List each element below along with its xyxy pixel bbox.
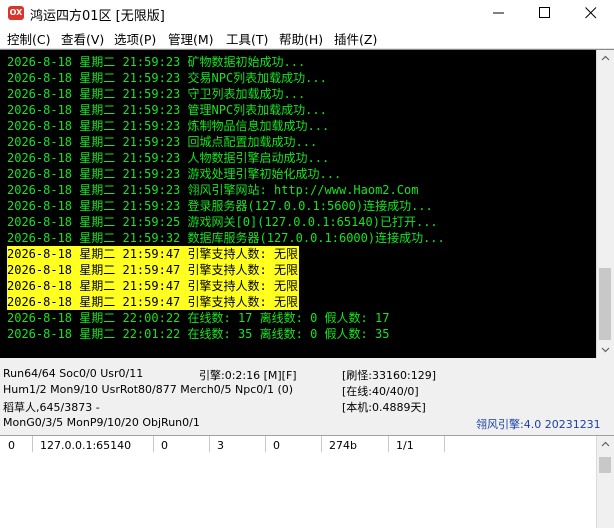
log-line-row: 2026-8-18 星期二 21:59:23 守卫列表加载成功... bbox=[7, 86, 595, 102]
log-line: 2026-8-18 星期二 21:59:23 炼制物品信息加载成功... bbox=[7, 119, 330, 133]
log-line-row: 2026-8-18 星期二 22:00:22 在线数: 17 离线数: 0 假人… bbox=[7, 310, 595, 326]
table-scroll-up-button[interactable] bbox=[597, 436, 614, 453]
menu-tools[interactable]: 工具(T) bbox=[226, 29, 268, 48]
menu-view[interactable]: 查看(V) bbox=[61, 29, 104, 48]
log-line-row: 2026-8-18 星期二 21:59:23 交易NPC列表加载成功... bbox=[7, 70, 595, 86]
log-line-row: 2026-8-18 星期二 21:59:47 引擎支持人数: 无限 bbox=[7, 278, 595, 294]
log-line-row: 2026-8-18 星期二 21:59:23 人物数据引擎启动成功... bbox=[7, 150, 595, 166]
scroll-up-button[interactable] bbox=[597, 50, 614, 67]
log-line-row: 2026-8-18 星期二 21:59:25 游戏网关[0](127.0.0.1… bbox=[7, 214, 595, 230]
cell-ratio: 1/1 bbox=[396, 439, 414, 452]
status-mong: MonG0/3/5 MonP9/10/20 ObjRun0/1 bbox=[3, 416, 200, 429]
log-line: 2026-8-18 星期二 21:59:23 矿物数据初始成功... bbox=[7, 55, 306, 69]
log-line-highlighted: 2026-8-18 星期二 21:59:47 引擎支持人数: 无限 bbox=[7, 262, 299, 278]
cell-users: 3 bbox=[217, 439, 224, 452]
log-line: 2026-8-18 星期二 21:59:23 翎风引擎网站: http://ww… bbox=[7, 183, 419, 197]
log-line-highlighted: 2026-8-18 星期二 21:59:47 引擎支持人数: 无限 bbox=[7, 278, 299, 294]
log-line-row: 2026-8-18 星期二 22:01:22 在线数: 35 离线数: 0 假人… bbox=[7, 326, 595, 342]
log-line: 2026-8-18 星期二 21:59:23 登录服务器(127.0.0.1:5… bbox=[7, 199, 433, 213]
cell-address: 127.0.0.1:65140 bbox=[40, 439, 132, 452]
maximize-icon bbox=[539, 7, 550, 18]
menu-control[interactable]: 控制(C) bbox=[7, 29, 50, 48]
log-line-highlighted: 2026-8-18 星期二 21:59:47 引擎支持人数: 无限 bbox=[7, 294, 299, 310]
app-icon[interactable]: OX bbox=[8, 6, 24, 20]
scroll-thumb[interactable] bbox=[599, 268, 611, 340]
column-divider bbox=[388, 436, 389, 452]
cell-connections: 0 bbox=[161, 439, 168, 452]
column-divider bbox=[153, 436, 154, 452]
minimize-button[interactable] bbox=[476, 0, 522, 26]
column-divider bbox=[209, 436, 210, 452]
status-monster: 稻草人,645/3873 - bbox=[3, 401, 100, 414]
status-uptime: [本机:0.4889天] bbox=[342, 401, 426, 414]
log-line-row: 2026-8-18 星期二 21:59:23 登录服务器(127.0.0.1:5… bbox=[7, 198, 595, 214]
log-line-row: 2026-8-18 星期二 21:59:47 引擎支持人数: 无限 bbox=[7, 262, 595, 278]
log-line: 2026-8-18 星期二 21:59:23 回城点配置加载成功... bbox=[7, 135, 318, 149]
cell-sent: 0 bbox=[273, 439, 280, 452]
status-panel: Run64/64 Soc0/0 Usr0/11 引擎:0:2:16 [M][F]… bbox=[0, 362, 614, 434]
log-line-row: 2026-8-18 星期二 21:59:23 管理NPC列表加载成功... bbox=[7, 102, 595, 118]
log-line: 2026-8-18 星期二 21:59:32 数据库服务器(127.0.0.1:… bbox=[7, 231, 445, 245]
log-line-row: 2026-8-18 星期二 21:59:23 炼制物品信息加载成功... bbox=[7, 118, 595, 134]
close-icon bbox=[585, 7, 597, 19]
gate-table[interactable]: 0 127.0.0.1:65140 0 3 0 274b 1/1 bbox=[0, 435, 614, 528]
log-line: 2026-8-18 星期二 21:59:23 人物数据引擎启动成功... bbox=[7, 151, 330, 165]
log-line-row: 2026-8-18 星期二 21:59:23 游戏处理引擎初始化成功... bbox=[7, 166, 595, 182]
column-divider bbox=[321, 436, 322, 452]
log-line: 2026-8-18 星期二 22:01:22 在线数: 35 离线数: 0 假人… bbox=[7, 327, 390, 341]
column-divider bbox=[444, 436, 445, 452]
log-line: 2026-8-18 星期二 21:59:23 守卫列表加载成功... bbox=[7, 87, 306, 101]
title-bar: OX 鸿运四方01区 [无限版] bbox=[0, 0, 614, 26]
minimize-icon bbox=[493, 12, 504, 14]
console-scrollbar[interactable] bbox=[596, 50, 614, 358]
log-line-row: 2026-8-18 星期二 21:59:23 矿物数据初始成功... bbox=[7, 54, 595, 70]
log-line: 2026-8-18 星期二 21:59:25 游戏网关[0](127.0.0.1… bbox=[7, 215, 438, 229]
status-online: [在线:40/40/0] bbox=[342, 385, 419, 398]
table-scroll-thumb[interactable] bbox=[599, 457, 611, 473]
close-button[interactable] bbox=[568, 0, 614, 26]
log-line-row: 2026-8-18 星期二 21:59:32 数据库服务器(127.0.0.1:… bbox=[7, 230, 595, 246]
log-lines: 2026-8-18 星期二 21:59:23 矿物数据初始成功... 2026-8… bbox=[7, 54, 595, 342]
menu-bar: 控制(C) 查看(V) 选项(P) 管理(M) 工具(T) 帮助(H) 插件(Z… bbox=[0, 26, 614, 49]
chevron-up-icon bbox=[601, 441, 610, 447]
status-monster-refresh: [刷怪:33160:129] bbox=[342, 369, 436, 382]
table-scrollbar[interactable] bbox=[596, 436, 614, 528]
log-line: 2026-8-18 星期二 21:59:23 管理NPC列表加载成功... bbox=[7, 103, 327, 117]
status-run: Run64/64 Soc0/0 Usr0/11 bbox=[3, 367, 144, 380]
chevron-up-icon bbox=[601, 55, 610, 61]
log-line-row: 2026-8-18 星期二 21:59:23 回城点配置加载成功... bbox=[7, 134, 595, 150]
log-line: 2026-8-18 星期二 21:59:23 交易NPC列表加载成功... bbox=[7, 71, 327, 85]
log-line-row: 2026-8-18 星期二 21:59:47 引擎支持人数: 无限 bbox=[7, 246, 595, 262]
cell-index: 0 bbox=[8, 439, 15, 452]
engine-version: 翎风引擎:4.0 20231231 bbox=[476, 418, 601, 431]
status-engine-time: 引擎:0:2:16 [M][F] bbox=[199, 369, 297, 382]
column-divider bbox=[265, 436, 266, 452]
maximize-button[interactable] bbox=[522, 0, 568, 26]
scroll-down-button[interactable] bbox=[597, 341, 614, 358]
menu-help[interactable]: 帮助(H) bbox=[279, 29, 323, 48]
chevron-down-icon bbox=[601, 347, 610, 353]
menu-manage[interactable]: 管理(M) bbox=[168, 29, 214, 48]
column-divider bbox=[32, 436, 33, 452]
log-line: 2026-8-18 星期二 21:59:23 游戏处理引擎初始化成功... bbox=[7, 167, 342, 181]
cell-bytes: 274b bbox=[329, 439, 357, 452]
table-row[interactable]: 0 127.0.0.1:65140 0 3 0 274b 1/1 bbox=[0, 436, 596, 452]
menu-plugins[interactable]: 插件(Z) bbox=[334, 29, 377, 48]
log-line-row: 2026-8-18 星期二 21:59:47 引擎支持人数: 无限 bbox=[7, 294, 595, 310]
log-line-highlighted: 2026-8-18 星期二 21:59:47 引擎支持人数: 无限 bbox=[7, 246, 299, 262]
log-line: 2026-8-18 星期二 22:00:22 在线数: 17 离线数: 0 假人… bbox=[7, 311, 390, 325]
window-title: 鸿运四方01区 [无限版] bbox=[30, 9, 165, 24]
status-hum: Hum1/2 Mon9/10 UsrRot80/877 Merch0/5 Npc… bbox=[3, 383, 294, 396]
log-line-row: 2026-8-18 星期二 21:59:23 翎风引擎网站: http://ww… bbox=[7, 182, 595, 198]
menu-options[interactable]: 选项(P) bbox=[114, 29, 156, 48]
console-log[interactable]: 2026-8-18 星期二 21:59:23 矿物数据初始成功... 2026-8… bbox=[0, 49, 614, 358]
